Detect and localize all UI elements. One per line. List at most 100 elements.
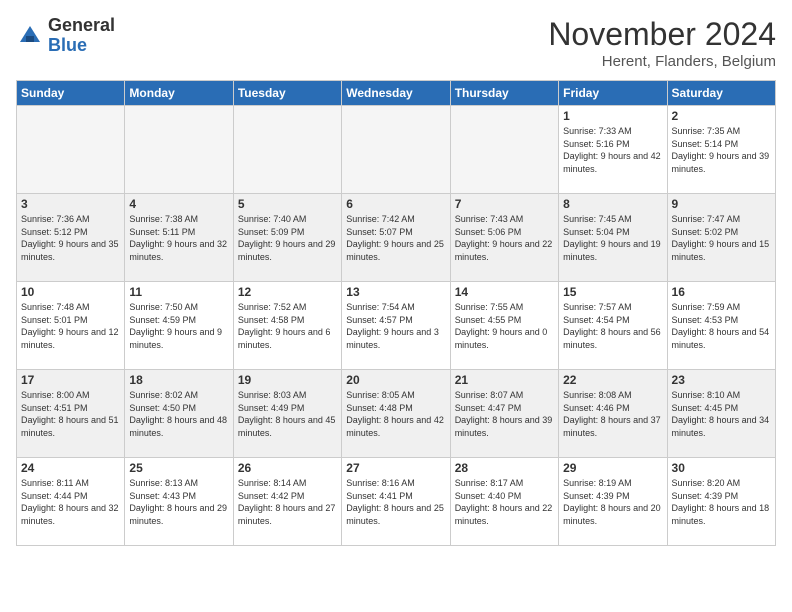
day-cell: 10Sunrise: 7:48 AM Sunset: 5:01 PM Dayli… (17, 282, 125, 370)
day-number: 25 (129, 461, 228, 475)
day-cell (17, 106, 125, 194)
day-cell: 28 Sunrise: 8:17 AM Sunset: 4:40 PM Dayli… (450, 458, 558, 546)
day-cell: 24 Sunrise: 8:11 AM Sunset: 4:44 PM Dayli… (17, 458, 125, 546)
week-row-5: 24 Sunrise: 8:11 AM Sunset: 4:44 PM Dayli… (17, 458, 776, 546)
day-info: Sunrise: 7:42 AM Sunset: 5:07 PM Dayligh… (346, 213, 445, 263)
day-info: Sunrise: 8:17 AM Sunset: 4:40 PM Dayligh… (455, 477, 554, 527)
month-title: November 2024 (548, 16, 776, 53)
day-info: Sunrise: 7:48 AM Sunset: 5:01 PM Dayligh… (21, 301, 120, 351)
day-cell: 18Sunrise: 8:02 AM Sunset: 4:50 PM Dayli… (125, 370, 233, 458)
day-number: 23 (672, 373, 771, 387)
day-number: 20 (346, 373, 445, 387)
day-info: Sunrise: 7:36 AM Sunset: 5:12 PM Dayligh… (21, 213, 120, 263)
day-cell (342, 106, 450, 194)
day-info: Sunrise: 7:50 AM Sunset: 4:59 PM Dayligh… (129, 301, 228, 351)
day-number: 29 (563, 461, 662, 475)
week-row-2: 3Sunrise: 7:36 AM Sunset: 5:12 PM Daylig… (17, 194, 776, 282)
day-number: 15 (563, 285, 662, 299)
day-number: 27 (346, 461, 445, 475)
day-info: Sunrise: 7:43 AM Sunset: 5:06 PM Dayligh… (455, 213, 554, 263)
col-sunday: Sunday (17, 81, 125, 106)
day-number: 12 (238, 285, 337, 299)
day-info: Sunrise: 8:05 AM Sunset: 4:48 PM Dayligh… (346, 389, 445, 439)
col-monday: Monday (125, 81, 233, 106)
day-info: Sunrise: 8:19 AM Sunset: 4:39 PM Dayligh… (563, 477, 662, 527)
calendar-table: Sunday Monday Tuesday Wednesday Thursday… (16, 80, 776, 546)
page: General Blue November 2024 Herent, Fland… (0, 0, 792, 612)
day-cell: 4 Sunrise: 7:38 AM Sunset: 5:11 PM Daylig… (125, 194, 233, 282)
day-number: 28 (455, 461, 554, 475)
week-row-3: 10Sunrise: 7:48 AM Sunset: 5:01 PM Dayli… (17, 282, 776, 370)
day-cell: 6 Sunrise: 7:42 AM Sunset: 5:07 PM Daylig… (342, 194, 450, 282)
title-block: November 2024 Herent, Flanders, Belgium (548, 16, 776, 70)
week-row-1: 1 Sunrise: 7:33 AM Sunset: 5:16 PM Daylig… (17, 106, 776, 194)
day-info: Sunrise: 8:14 AM Sunset: 4:42 PM Dayligh… (238, 477, 337, 527)
day-info: Sunrise: 8:13 AM Sunset: 4:43 PM Dayligh… (129, 477, 228, 527)
day-number: 6 (346, 197, 445, 211)
col-tuesday: Tuesday (233, 81, 341, 106)
day-info: Sunrise: 7:55 AM Sunset: 4:55 PM Dayligh… (455, 301, 554, 351)
day-info: Sunrise: 8:20 AM Sunset: 4:39 PM Dayligh… (672, 477, 771, 527)
day-info: Sunrise: 7:40 AM Sunset: 5:09 PM Dayligh… (238, 213, 337, 263)
day-number: 11 (129, 285, 228, 299)
day-info: Sunrise: 7:33 AM Sunset: 5:16 PM Dayligh… (563, 125, 662, 175)
col-wednesday: Wednesday (342, 81, 450, 106)
col-thursday: Thursday (450, 81, 558, 106)
day-cell: 17 Sunrise: 8:00 AM Sunset: 4:51 PM Dayli… (17, 370, 125, 458)
day-cell: 30Sunrise: 8:20 AM Sunset: 4:39 PM Dayli… (667, 458, 775, 546)
col-friday: Friday (559, 81, 667, 106)
day-number: 26 (238, 461, 337, 475)
day-cell: 26 Sunrise: 8:14 AM Sunset: 4:42 PM Dayli… (233, 458, 341, 546)
day-cell: 25 Sunrise: 8:13 AM Sunset: 4:43 PM Dayli… (125, 458, 233, 546)
day-info: Sunrise: 8:10 AM Sunset: 4:45 PM Dayligh… (672, 389, 771, 439)
day-info: Sunrise: 8:08 AM Sunset: 4:46 PM Dayligh… (563, 389, 662, 439)
day-info: Sunrise: 8:07 AM Sunset: 4:47 PM Dayligh… (455, 389, 554, 439)
day-cell (233, 106, 341, 194)
day-cell: 5 Sunrise: 7:40 AM Sunset: 5:09 PM Daylig… (233, 194, 341, 282)
day-info: Sunrise: 7:45 AM Sunset: 5:04 PM Dayligh… (563, 213, 662, 263)
day-info: Sunrise: 8:00 AM Sunset: 4:51 PM Dayligh… (21, 389, 120, 439)
day-number: 24 (21, 461, 120, 475)
day-cell: 23 Sunrise: 8:10 AM Sunset: 4:45 PM Dayli… (667, 370, 775, 458)
day-info: Sunrise: 7:47 AM Sunset: 5:02 PM Dayligh… (672, 213, 771, 263)
day-cell: 27 Sunrise: 8:16 AM Sunset: 4:41 PM Dayli… (342, 458, 450, 546)
day-cell: 21 Sunrise: 8:07 AM Sunset: 4:47 PM Dayli… (450, 370, 558, 458)
day-number: 2 (672, 109, 771, 123)
day-cell: 2 Sunrise: 7:35 AM Sunset: 5:14 PM Daylig… (667, 106, 775, 194)
day-info: Sunrise: 7:57 AM Sunset: 4:54 PM Dayligh… (563, 301, 662, 351)
day-cell: 8Sunrise: 7:45 AM Sunset: 5:04 PM Daylig… (559, 194, 667, 282)
day-number: 17 (21, 373, 120, 387)
day-info: Sunrise: 7:38 AM Sunset: 5:11 PM Dayligh… (129, 213, 228, 263)
day-number: 7 (455, 197, 554, 211)
day-cell: 20 Sunrise: 8:05 AM Sunset: 4:48 PM Dayli… (342, 370, 450, 458)
day-cell (125, 106, 233, 194)
day-cell: 22 Sunrise: 8:08 AM Sunset: 4:46 PM Dayli… (559, 370, 667, 458)
day-cell: 19Sunrise: 8:03 AM Sunset: 4:49 PM Dayli… (233, 370, 341, 458)
day-cell: 1 Sunrise: 7:33 AM Sunset: 5:16 PM Daylig… (559, 106, 667, 194)
day-cell: 3Sunrise: 7:36 AM Sunset: 5:12 PM Daylig… (17, 194, 125, 282)
day-cell: 14 Sunrise: 7:55 AM Sunset: 4:55 PM Dayli… (450, 282, 558, 370)
day-cell: 16Sunrise: 7:59 AM Sunset: 4:53 PM Dayli… (667, 282, 775, 370)
day-number: 22 (563, 373, 662, 387)
day-number: 5 (238, 197, 337, 211)
day-cell: 12Sunrise: 7:52 AM Sunset: 4:58 PM Dayli… (233, 282, 341, 370)
day-number: 4 (129, 197, 228, 211)
day-number: 1 (563, 109, 662, 123)
logo-icon (16, 22, 44, 50)
day-number: 16 (672, 285, 771, 299)
location: Herent, Flanders, Belgium (548, 53, 776, 70)
day-info: Sunrise: 8:11 AM Sunset: 4:44 PM Dayligh… (21, 477, 120, 527)
day-number: 14 (455, 285, 554, 299)
day-number: 13 (346, 285, 445, 299)
day-info: Sunrise: 7:35 AM Sunset: 5:14 PM Dayligh… (672, 125, 771, 175)
day-number: 9 (672, 197, 771, 211)
week-row-4: 17 Sunrise: 8:00 AM Sunset: 4:51 PM Dayli… (17, 370, 776, 458)
day-info: Sunrise: 8:02 AM Sunset: 4:50 PM Dayligh… (129, 389, 228, 439)
day-number: 21 (455, 373, 554, 387)
day-cell: 11 Sunrise: 7:50 AM Sunset: 4:59 PM Dayli… (125, 282, 233, 370)
day-cell: 29 Sunrise: 8:19 AM Sunset: 4:39 PM Dayli… (559, 458, 667, 546)
day-info: Sunrise: 7:54 AM Sunset: 4:57 PM Dayligh… (346, 301, 445, 351)
day-number: 19 (238, 373, 337, 387)
day-info: Sunrise: 8:16 AM Sunset: 4:41 PM Dayligh… (346, 477, 445, 527)
day-cell: 13 Sunrise: 7:54 AM Sunset: 4:57 PM Dayli… (342, 282, 450, 370)
